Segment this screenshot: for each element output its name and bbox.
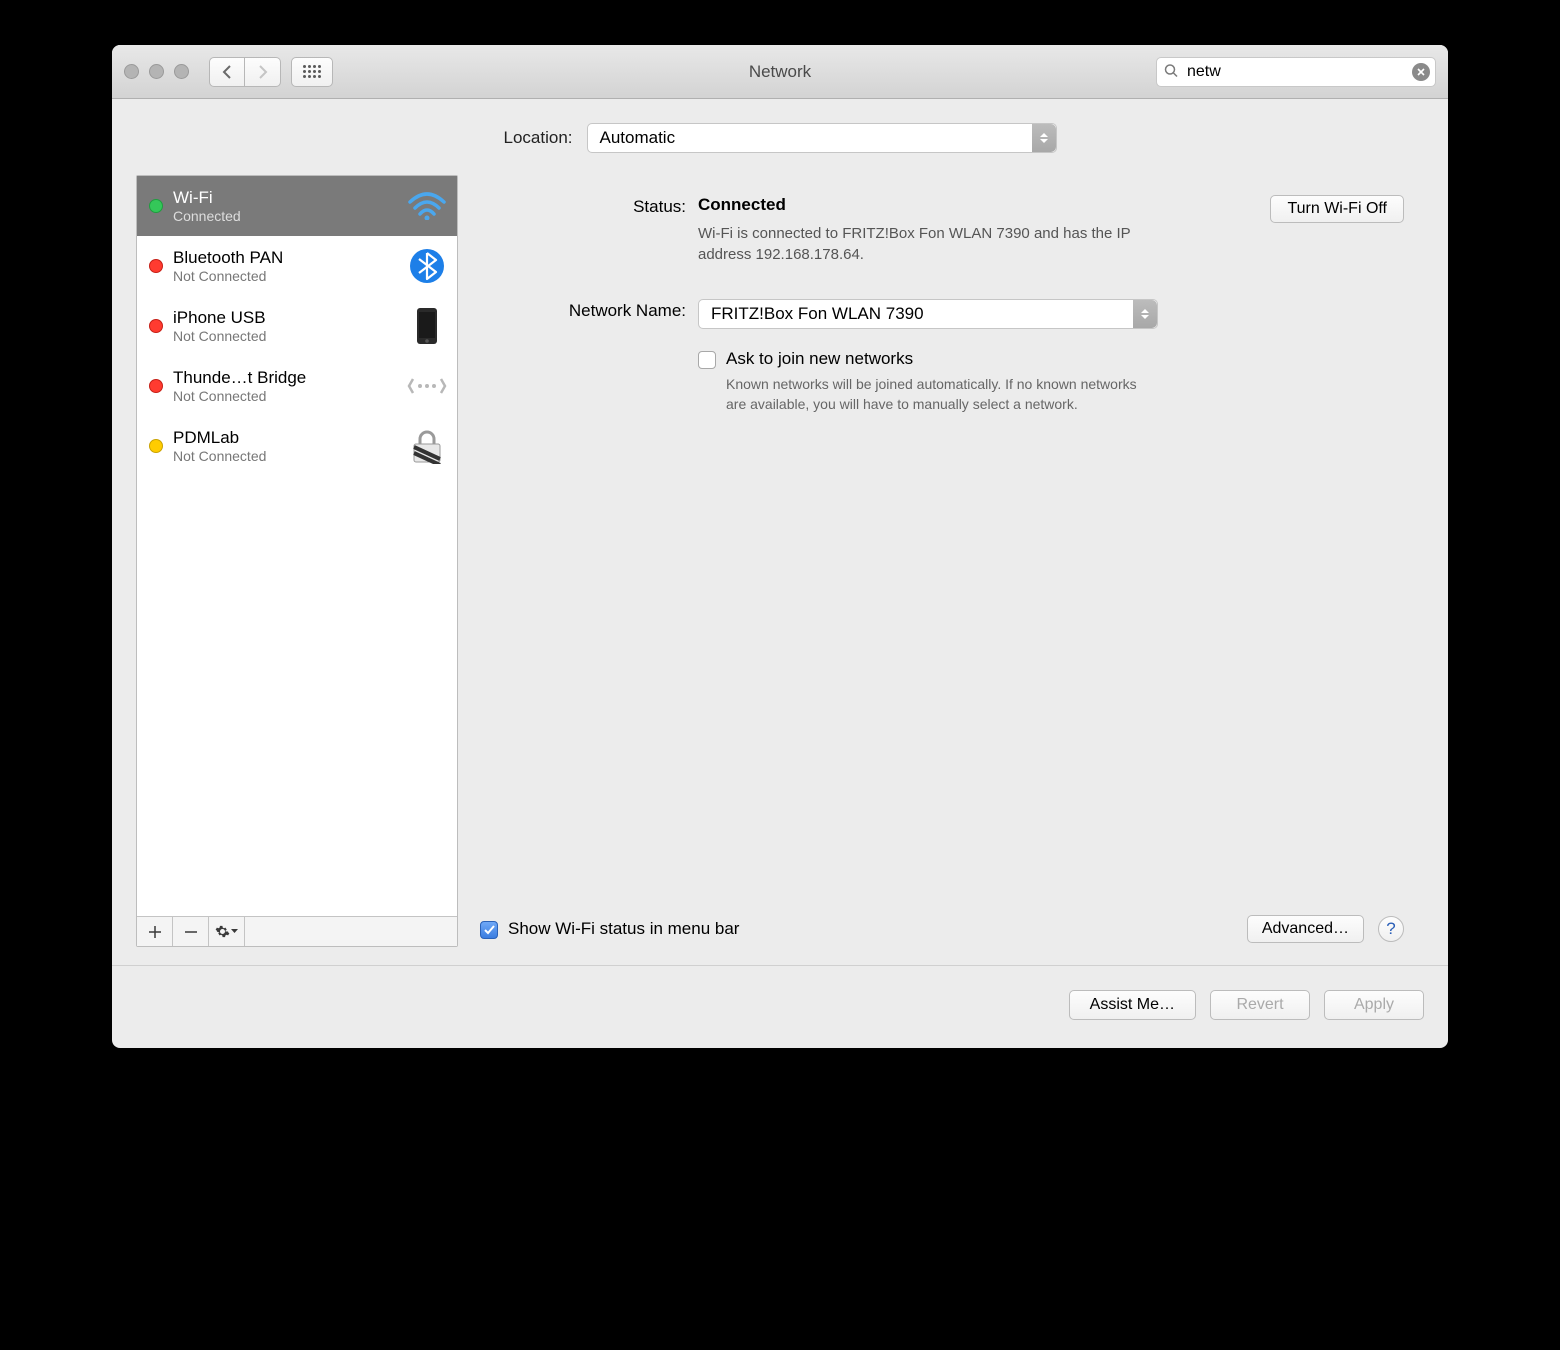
status-value: Connected [698,195,786,215]
location-select[interactable]: Automatic [587,123,1057,153]
footer: Assist Me… Revert Apply [112,965,1448,1048]
status-label: Status: [480,195,698,265]
network-name-label: Network Name: [480,299,698,414]
item-text: Thunde…t BridgeNot Connected [173,368,397,404]
sidebar-item-iphone-usb[interactable]: iPhone USBNot Connected [137,296,457,356]
network-name-value: FRITZ!Box Fon WLAN 7390 [711,304,924,324]
search-field-wrap [1156,57,1436,87]
ask-join-description: Known networks will be joined automatica… [726,375,1156,414]
item-text: Wi-FiConnected [173,188,397,224]
ask-join-checkbox[interactable] [698,351,716,369]
location-label: Location: [504,128,573,148]
help-button[interactable]: ? [1378,916,1404,942]
select-arrows-icon [1032,124,1056,152]
sidebar-toolbar [137,916,457,946]
add-interface-button[interactable] [137,917,173,946]
titlebar: Network [112,45,1448,99]
item-text: Bluetooth PANNot Connected [173,248,397,284]
zoom-window-button[interactable] [174,64,189,79]
bluetooth-icon [407,246,447,286]
window-controls [124,64,189,79]
status-dot [149,259,163,273]
interface-status: Not Connected [173,448,397,464]
chevron-right-icon [258,65,268,79]
interface-status: Not Connected [173,268,397,284]
item-text: iPhone USBNot Connected [173,308,397,344]
chevron-left-icon [222,65,232,79]
sidebar-item-pdmlab[interactable]: PDMLabNot Connected [137,416,457,476]
help-icon: ? [1386,919,1395,939]
bridge-icon [407,366,447,406]
wifi-icon [407,186,447,226]
location-row: Location: Automatic [112,99,1448,175]
preferences-window: Network Location: Automatic Wi-FiConnect… [112,45,1448,1048]
sidebar-item-wi-fi[interactable]: Wi-FiConnected [137,176,457,236]
forward-button[interactable] [245,57,281,87]
minimize-window-button[interactable] [149,64,164,79]
apply-button[interactable]: Apply [1324,990,1424,1020]
wifi-toggle-button[interactable]: Turn Wi-Fi Off [1270,195,1404,223]
interface-list: Wi-FiConnectedBluetooth PANNot Connected… [137,176,457,916]
interface-name: Thunde…t Bridge [173,368,397,388]
show-status-checkbox[interactable] [480,921,498,939]
show-status-label: Show Wi-Fi status in menu bar [508,919,739,939]
main-area: Wi-FiConnectedBluetooth PANNot Connected… [112,175,1448,965]
location-value: Automatic [600,128,676,148]
sidebar-item-thunde-t-bridge[interactable]: Thunde…t BridgeNot Connected [137,356,457,416]
interface-name: iPhone USB [173,308,397,328]
remove-interface-button[interactable] [173,917,209,946]
status-dot [149,379,163,393]
interface-name: Wi-Fi [173,188,397,208]
plus-icon [149,926,161,938]
advanced-button[interactable]: Advanced… [1247,915,1364,943]
nav-buttons [209,57,281,87]
clear-search-button[interactable] [1412,63,1430,81]
close-window-button[interactable] [124,64,139,79]
vpn-icon [407,426,447,466]
interface-name: Bluetooth PAN [173,248,397,268]
back-button[interactable] [209,57,245,87]
item-text: PDMLabNot Connected [173,428,397,464]
show-all-button[interactable] [291,57,333,87]
window-title: Network [749,62,811,82]
gear-icon [215,924,230,939]
chevron-down-icon [231,929,238,934]
status-dot [149,199,163,213]
check-icon [484,925,495,935]
minus-icon [185,926,197,938]
x-icon [1417,68,1425,76]
revert-button[interactable]: Revert [1210,990,1310,1020]
status-row: Status: Connected Turn Wi-Fi Off Wi-Fi i… [480,195,1404,265]
assist-me-button[interactable]: Assist Me… [1069,990,1196,1020]
status-dot [149,439,163,453]
network-name-row: Network Name: FRITZ!Box Fon WLAN 7390 As… [480,299,1404,414]
status-dot [149,319,163,333]
interface-status: Not Connected [173,388,397,404]
detail-panel: Status: Connected Turn Wi-Fi Off Wi-Fi i… [480,175,1424,947]
grid-icon [303,65,321,78]
interface-name: PDMLab [173,428,397,448]
interface-status: Connected [173,208,397,224]
action-menu-button[interactable] [209,917,245,946]
interface-status: Not Connected [173,328,397,344]
select-arrows-icon [1133,300,1157,328]
status-description: Wi-Fi is connected to FRITZ!Box Fon WLAN… [698,223,1178,265]
ask-join-row: Ask to join new networks Known networks … [698,349,1404,414]
sidebar-item-bluetooth-pan[interactable]: Bluetooth PANNot Connected [137,236,457,296]
search-input[interactable] [1156,57,1436,87]
network-name-select[interactable]: FRITZ!Box Fon WLAN 7390 [698,299,1158,329]
search-icon [1164,63,1178,80]
phone-icon [407,306,447,346]
detail-bottom-row: Show Wi-Fi status in menu bar Advanced… … [480,915,1404,947]
ask-join-label: Ask to join new networks [726,349,1156,369]
interface-sidebar: Wi-FiConnectedBluetooth PANNot Connected… [136,175,458,947]
